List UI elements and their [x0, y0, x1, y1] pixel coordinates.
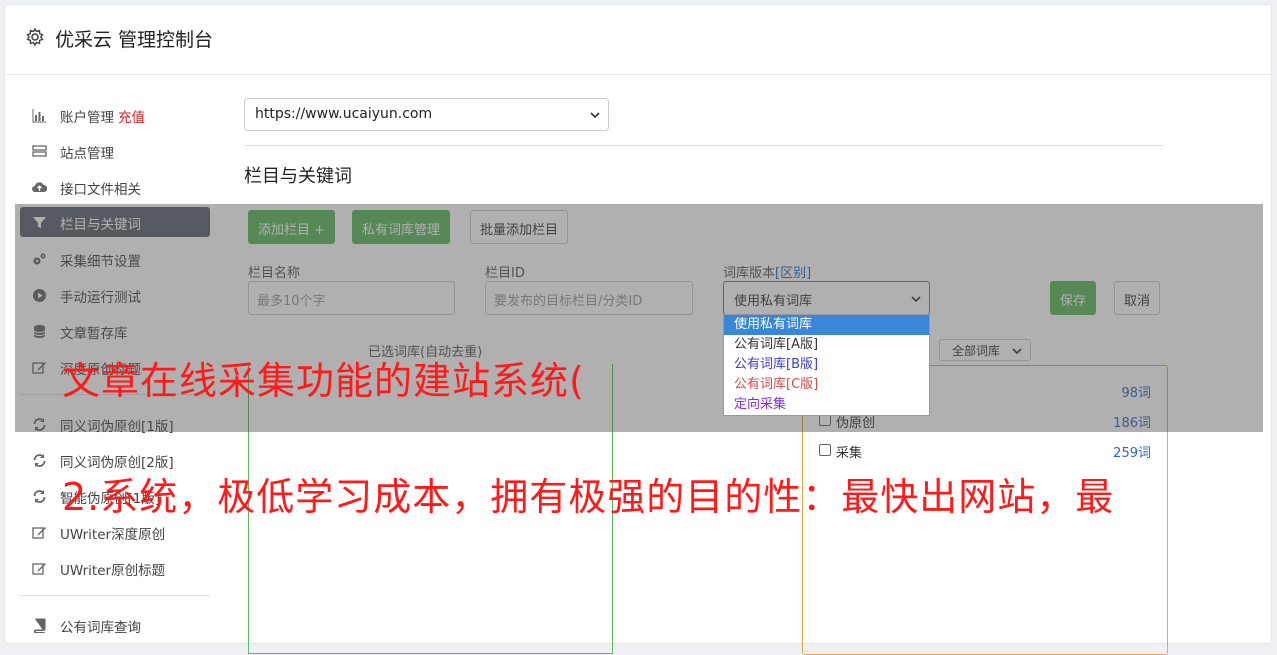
- sidebar-item-label: 采集细节设置: [60, 254, 141, 270]
- sidebar-item-label: 站点管理: [60, 146, 114, 162]
- sidebar-item-sites[interactable]: 站点管理: [20, 136, 210, 166]
- edit-icon: [32, 563, 46, 575]
- lib-version-value: 使用私有词库: [734, 294, 813, 309]
- section-title: 栏目与关键词: [244, 166, 352, 187]
- play-circle-icon: [33, 289, 46, 302]
- sidebar-item-account[interactable]: 账户管理 充值: [20, 100, 210, 130]
- gears-icon: [33, 253, 46, 265]
- lib-count: 259词: [1113, 446, 1151, 461]
- dropdown-option[interactable]: 公有词库[A版]: [724, 335, 929, 355]
- lib-name: 采集: [836, 446, 863, 461]
- chevron-down-icon: [1012, 348, 1022, 355]
- lib-filter-select[interactable]: 全部词库: [939, 339, 1031, 361]
- sidebar-item-uwriter-deep[interactable]: UWriter深度原创: [20, 517, 210, 547]
- lib-count: 186词: [1113, 416, 1151, 431]
- refresh-icon: [33, 490, 46, 503]
- refresh-icon: [33, 454, 46, 467]
- sidebar-item-label: UWriter原创标题: [60, 563, 166, 579]
- lib-count: 98词: [1121, 386, 1151, 401]
- column-id-input[interactable]: 要发布的目标栏目/分类ID: [485, 281, 693, 315]
- bar-chart-icon: [32, 109, 46, 123]
- column-name-label: 栏目名称: [248, 266, 301, 281]
- sidebar-item-interface[interactable]: 接口文件相关: [20, 172, 210, 202]
- list-item[interactable]: 采集 259词: [803, 440, 1169, 462]
- refresh-icon: [33, 418, 46, 431]
- site-select-value: https://www.ucaiyun.com: [255, 106, 433, 122]
- caption-line-1: 文章在线采集功能的建站系统(: [62, 359, 585, 403]
- sidebar-item-label: 手动运行测试: [60, 290, 141, 306]
- sidebar-divider: [20, 595, 210, 596]
- page-header: 优采云 管理控制台: [5, 5, 1271, 75]
- database-icon: [33, 325, 46, 338]
- chevron-down-icon: [590, 112, 600, 119]
- sidebar-item-manual-test[interactable]: 手动运行测试: [20, 280, 210, 310]
- batch-add-button[interactable]: 批量添加栏目: [470, 210, 569, 244]
- private-lib-button[interactable]: 私有词库管理: [352, 210, 451, 244]
- add-column-button[interactable]: 添加栏目 +: [248, 210, 336, 244]
- cancel-button[interactable]: 取消: [1114, 281, 1161, 315]
- divider: [244, 145, 1164, 146]
- save-button[interactable]: 保存: [1050, 281, 1097, 315]
- lib-filter-value: 全部词库: [952, 344, 1001, 358]
- sidebar-item-synonym-v1[interactable]: 同义词伪原创[1版]: [20, 409, 210, 439]
- column-name-input[interactable]: 最多10个字: [248, 281, 455, 315]
- page-title: 优采云 管理控制台: [55, 29, 214, 51]
- book-icon: [34, 618, 46, 633]
- caption-line-2: 2.系统，极低学习成本，拥有极强的目的性：最快出网站，最: [62, 475, 1115, 519]
- sidebar-item-label: 接口文件相关: [60, 182, 141, 198]
- recharge-link[interactable]: 充值: [118, 110, 145, 126]
- dropdown-option[interactable]: 定向采集: [724, 395, 929, 415]
- sidebar-item-article-store[interactable]: 文章暂存库: [20, 316, 210, 346]
- dropdown-option[interactable]: 公有词库[B版]: [724, 355, 929, 375]
- sidebar-item-label: 栏目与关键词: [60, 217, 141, 233]
- column-id-label: 栏目ID: [485, 266, 525, 281]
- sidebar-item-label: 公有词库查询: [60, 620, 141, 636]
- lib-version-select[interactable]: 使用私有词库: [723, 281, 930, 315]
- site-select[interactable]: https://www.ucaiyun.com: [244, 98, 609, 131]
- difference-link[interactable]: [区别]: [775, 266, 811, 281]
- sidebar-item-label: 文章暂存库: [60, 326, 128, 342]
- filter-icon: [33, 217, 46, 228]
- edit-icon: [32, 527, 46, 539]
- sidebar-item-uwriter-title[interactable]: UWriter原创标题: [20, 553, 210, 583]
- sidebar-item-label: 账户管理: [60, 110, 114, 126]
- sidebar-item-label: 同义词伪原创[1版]: [60, 419, 174, 435]
- lib-checkbox[interactable]: [819, 444, 831, 456]
- gear-icon: [26, 27, 44, 47]
- sidebar-item-columns[interactable]: 栏目与关键词: [20, 207, 210, 237]
- chevron-down-icon: [911, 296, 921, 303]
- sidebar-item-collect-settings[interactable]: 采集细节设置: [20, 244, 210, 274]
- sidebar-item-label: UWriter深度原创: [60, 527, 166, 543]
- server-icon: [32, 145, 47, 157]
- lib-version-label: 词库版本[区别]: [723, 266, 812, 281]
- cloud-upload-icon: [32, 182, 47, 192]
- dropdown-option[interactable]: 使用私有词库: [724, 315, 929, 335]
- edit-icon: [32, 362, 46, 374]
- lib-version-dropdown[interactable]: 使用私有词库 公有词库[A版] 公有词库[B版] 公有词库[C版] 定向采集: [723, 314, 930, 416]
- dropdown-option[interactable]: 公有词库[C版]: [724, 375, 929, 395]
